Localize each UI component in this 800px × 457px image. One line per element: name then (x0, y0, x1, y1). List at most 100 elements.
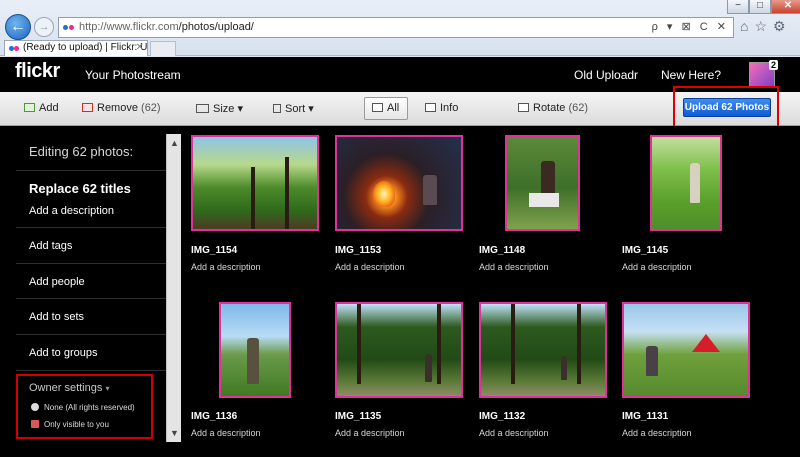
rotate-button[interactable]: Rotate (62) (518, 102, 588, 114)
tab-close-icon[interactable]: ✕ (136, 41, 144, 55)
add-to-groups-link[interactable]: Add to groups (29, 347, 98, 359)
photo-description[interactable]: Add a description (479, 262, 549, 272)
license-option[interactable]: None (All rights reserved) (31, 403, 135, 412)
star-icon[interactable]: ☆ (754, 18, 767, 34)
photo-title[interactable]: IMG_1145 (622, 245, 668, 256)
tree-shape (577, 304, 581, 384)
add-to-sets-link[interactable]: Add to sets (29, 311, 84, 323)
campfire-shape (373, 181, 395, 207)
owner-settings-toggle[interactable]: Owner settings ▾ (29, 382, 109, 394)
url-host: http://www.flickr.com (79, 21, 179, 33)
photo-description[interactable]: Add a description (622, 428, 692, 438)
radio-icon[interactable] (31, 403, 39, 411)
photo-thumbnail[interactable] (335, 135, 463, 231)
remove-count: (62) (141, 102, 161, 114)
info-label: Info (440, 102, 459, 114)
sort-icon (273, 104, 281, 113)
sort-dropdown[interactable]: Sort ▾ (273, 102, 314, 115)
add-tags-link[interactable]: Add tags (29, 240, 72, 252)
photo-description[interactable]: Add a description (335, 428, 405, 438)
photo-thumbnail[interactable] (505, 135, 580, 231)
photo-thumbnail[interactable] (650, 135, 722, 231)
photo-thumbnail[interactable] (479, 302, 607, 398)
table-shape (529, 193, 559, 207)
tree-shape (357, 304, 361, 384)
person-shape (690, 163, 700, 203)
photo-description[interactable]: Add a description (191, 262, 261, 272)
person-shape (561, 356, 567, 380)
photo-title[interactable]: IMG_1148 (479, 245, 525, 256)
url-path: /photos/upload/ (178, 21, 254, 33)
photo-title[interactable]: IMG_1135 (335, 411, 381, 422)
person-shape (423, 175, 437, 205)
photo-image (337, 137, 461, 229)
divider (16, 227, 166, 228)
all-view-button[interactable]: All (372, 102, 399, 114)
add-button[interactable]: Add (24, 102, 59, 114)
photo-description[interactable]: Add a description (479, 428, 549, 438)
photo-image (193, 137, 317, 229)
maximize-button[interactable]: □ (749, 0, 771, 14)
close-window-button[interactable]: ✕ (771, 0, 800, 14)
photo-thumbnail[interactable] (219, 302, 291, 398)
panel-scrollbar[interactable]: ▲ ▼ (166, 134, 181, 442)
buddy-icon[interactable]: 2 (749, 60, 778, 88)
photo-image (481, 304, 605, 396)
visibility-option[interactable]: Only visible to you (31, 420, 109, 429)
browser-icons: ⌂ ☆ ⚙ (740, 18, 786, 34)
size-icon (196, 104, 209, 113)
flickr-logo[interactable]: flickr (15, 60, 60, 83)
license-label: None (All rights reserved) (44, 403, 135, 412)
address-tools[interactable]: ρ ▾ ⊠ C ✕ (652, 20, 729, 33)
minimize-button[interactable]: − (727, 0, 749, 14)
size-dropdown[interactable]: Size ▾ (196, 102, 243, 115)
photo-title[interactable]: IMG_1131 (622, 411, 668, 422)
scroll-down-icon[interactable]: ▼ (167, 426, 182, 440)
photo-description[interactable]: Add a description (335, 262, 405, 272)
new-tab-button[interactable] (150, 41, 176, 56)
photo-title[interactable]: IMG_1136 (191, 411, 237, 422)
photo-title[interactable]: IMG_1132 (479, 411, 525, 422)
lock-icon (31, 420, 39, 428)
photo-description[interactable]: Add a description (622, 262, 692, 272)
photo-image (624, 304, 748, 396)
browser-window: − □ ✕ ← → http://www.flickr.com/photos/u… (0, 0, 800, 457)
photo-description[interactable]: Add a description (191, 428, 261, 438)
your-photostream-link[interactable]: Your Photostream (85, 68, 181, 82)
rotate-icon (518, 103, 529, 112)
divider (16, 298, 166, 299)
info-view-button[interactable]: Info (425, 102, 458, 114)
owner-settings-label: Owner settings (29, 382, 103, 394)
photo-thumbnail[interactable] (191, 135, 319, 231)
back-button[interactable]: ← (5, 14, 31, 40)
home-icon[interactable]: ⌂ (740, 18, 748, 34)
replace-titles-link[interactable]: Replace 62 titles (29, 181, 131, 196)
visibility-label: Only visible to you (44, 420, 109, 429)
browser-tab[interactable]: (Ready to upload) | Flickr: U... ✕ (4, 40, 148, 56)
photo-title[interactable]: IMG_1154 (191, 245, 237, 256)
photo-thumbnail[interactable] (622, 302, 750, 398)
add-people-link[interactable]: Add people (29, 276, 85, 288)
add-description-link[interactable]: Add a description (29, 205, 114, 217)
photo-title[interactable]: IMG_1153 (335, 245, 381, 256)
remove-button[interactable]: Remove (62) (82, 102, 161, 114)
new-here-link[interactable]: New Here? (661, 68, 721, 82)
address-url[interactable]: http://www.flickr.com/photos/upload/ (79, 21, 254, 33)
person-shape (247, 338, 259, 384)
forward-button[interactable]: → (34, 17, 54, 37)
old-uploadr-link[interactable]: Old Uploadr (574, 68, 638, 82)
person-shape (646, 346, 658, 376)
browser-toolbar: − □ ✕ ← → http://www.flickr.com/photos/u… (0, 0, 800, 56)
photo-image (337, 304, 461, 396)
photo-thumbnail[interactable] (335, 302, 463, 398)
gear-icon[interactable]: ⚙ (773, 18, 786, 34)
tree-shape (285, 157, 289, 229)
photo-image (652, 137, 720, 229)
info-icon (425, 103, 436, 112)
tree-shape (511, 304, 515, 384)
scroll-up-icon[interactable]: ▲ (167, 136, 182, 150)
chevron-down-icon: ▾ (308, 103, 314, 115)
address-bar[interactable]: http://www.flickr.com/photos/upload/ ρ ▾… (58, 17, 734, 38)
upload-photos-button[interactable]: Upload 62 Photos (683, 98, 771, 117)
add-label: Add (39, 102, 59, 114)
